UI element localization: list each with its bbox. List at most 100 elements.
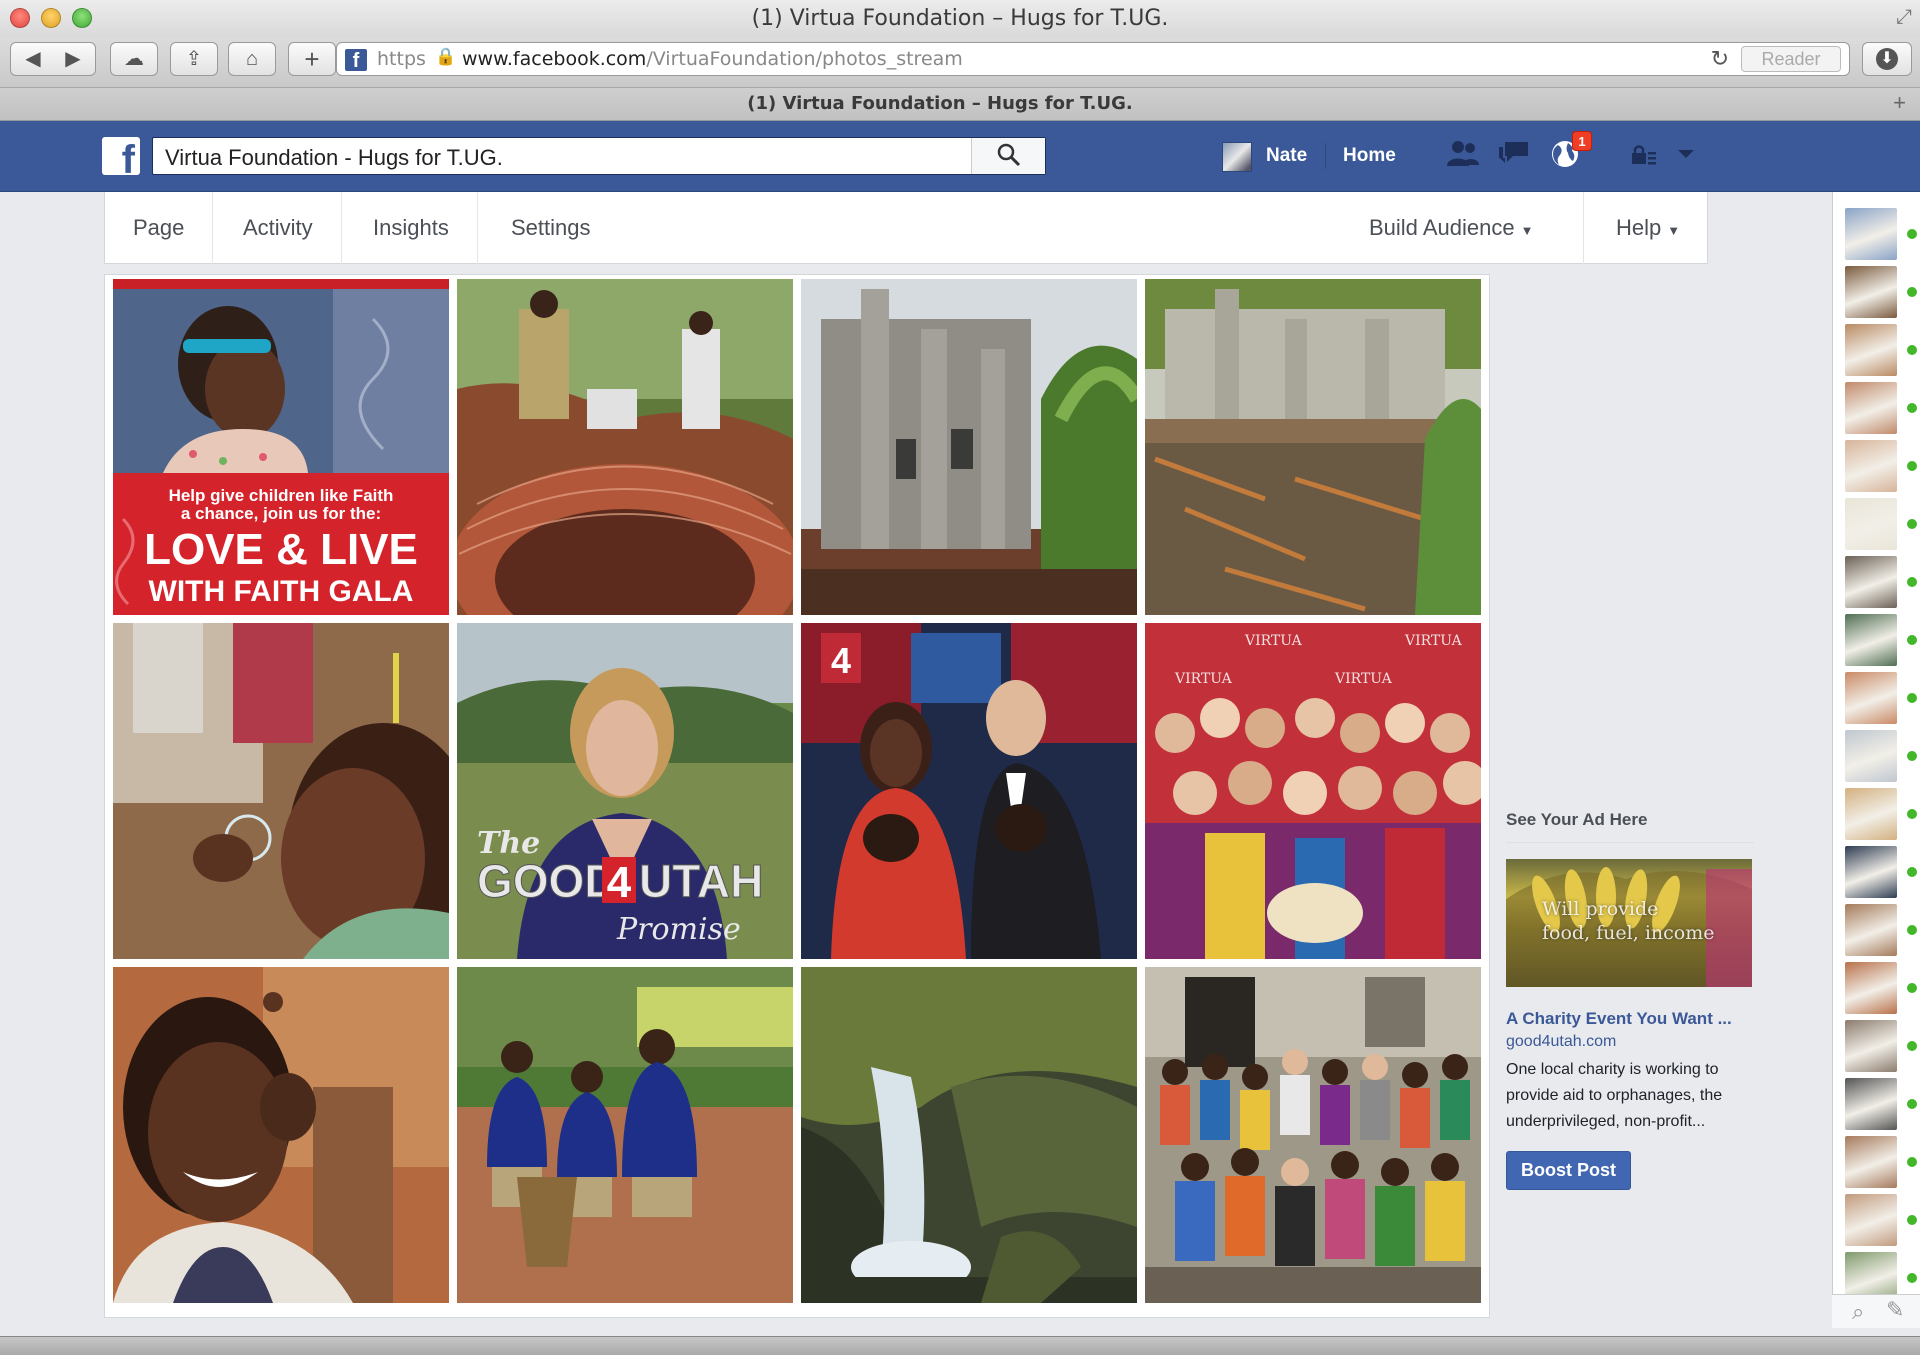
online-status-dot	[1907, 403, 1917, 413]
search-box[interactable]: Virtua Foundation - Hugs for T.UG.	[152, 137, 1046, 175]
ad-body-text: One local charity is working to provide …	[1506, 1061, 1723, 1130]
compose-icon[interactable]: ✎	[1886, 1297, 1904, 1323]
tab-page[interactable]: Page	[105, 192, 214, 264]
back-arrow-icon[interactable]: ◀	[13, 43, 53, 75]
messages-icon[interactable]	[1497, 139, 1531, 174]
building-construction-photo[interactable]	[801, 279, 1137, 615]
tab-settings[interactable]: Settings	[483, 192, 619, 264]
reader-button[interactable]: Reader	[1741, 46, 1841, 72]
backdrop-text-4: VIRTUA	[1334, 671, 1393, 687]
online-status-dot	[1907, 635, 1917, 645]
online-status-dot	[1907, 287, 1917, 297]
love-live-faith-gala-poster[interactable]: Help give children like Faith a chance, …	[113, 279, 449, 615]
tab-insights[interactable]: Insights	[345, 192, 478, 264]
online-status-dot	[1907, 461, 1917, 471]
chat-friend-avatar[interactable]	[1845, 962, 1897, 1014]
online-status-dot	[1907, 925, 1917, 935]
child-bubbles-photo[interactable]	[113, 623, 449, 959]
unfinished-building-photo[interactable]	[1145, 279, 1481, 615]
help-menu[interactable]: Help ▼	[1583, 192, 1680, 264]
online-status-dot	[1907, 519, 1917, 529]
new-tab-button[interactable]: +	[288, 42, 336, 76]
search-input[interactable]: Virtua Foundation - Hugs for T.UG.	[165, 145, 503, 171]
icloud-tabs-button[interactable]: ☁	[110, 42, 158, 76]
online-status-dot	[1907, 345, 1917, 355]
reload-icon[interactable]: ↻	[1711, 46, 1729, 72]
chat-friend-avatar[interactable]	[1845, 730, 1897, 782]
waterfall-photo[interactable]	[801, 967, 1137, 1303]
overlay-good: GOOD	[477, 855, 618, 907]
home-button[interactable]: ⌂	[228, 42, 276, 76]
ad-image[interactable]: Will provide food, fuel, income	[1506, 859, 1752, 987]
active-tab[interactable]: (1) Virtua Foundation – Hugs for T.UG.	[0, 93, 1880, 114]
chat-friend-avatar[interactable]	[1845, 556, 1897, 608]
well-digging-photo[interactable]	[457, 279, 793, 615]
plus-icon: +	[304, 44, 320, 74]
online-status-dot	[1907, 867, 1917, 877]
fullscreen-icon[interactable]: ⤢	[1896, 6, 1912, 29]
chat-sidebar	[1832, 192, 1920, 1320]
online-status-dot	[1907, 751, 1917, 761]
good4utah-promise-photo[interactable]: The GOOD 4 UTAH Promise	[457, 623, 793, 959]
notification-count-badge: 1	[1572, 131, 1592, 151]
search-icon[interactable]: ⌕	[1852, 1299, 1864, 1325]
facebook-logo-icon[interactable]: f	[102, 137, 140, 175]
orphanage-group-photo[interactable]	[1145, 967, 1481, 1303]
friend-requests-icon[interactable]	[1446, 139, 1480, 174]
forward-arrow-icon[interactable]: ▶	[53, 43, 93, 75]
chat-friend-avatar[interactable]	[1845, 208, 1897, 260]
chat-friend-avatar[interactable]	[1845, 266, 1897, 318]
tab-bar: (1) Virtua Foundation – Hugs for T.UG. +	[0, 88, 1920, 121]
online-status-dot	[1907, 1215, 1917, 1225]
window-titlebar: (1) Virtua Foundation – Hugs for T.UG. ⤢	[0, 0, 1920, 38]
chat-friend-avatar[interactable]	[1845, 788, 1897, 840]
chat-friend-avatar[interactable]	[1845, 1194, 1897, 1246]
chat-friend-avatar[interactable]	[1845, 904, 1897, 956]
build-audience-label: Build Audience	[1369, 215, 1515, 240]
user-avatar[interactable]	[1222, 142, 1252, 172]
page-admin-nav: Page Activity Insights Settings Build Au…	[104, 192, 1708, 264]
online-status-dot	[1907, 809, 1917, 819]
chat-friend-avatar[interactable]	[1845, 382, 1897, 434]
online-status-dot	[1907, 1157, 1917, 1167]
chat-friend-avatar[interactable]	[1845, 1136, 1897, 1188]
ad-title-link[interactable]: A Charity Event You Want ...	[1506, 1009, 1754, 1029]
build-audience-menu[interactable]: Build Audience ▼	[1369, 192, 1559, 264]
gala-group-photo[interactable]: VIRTUA VIRTUA VIRTUA VIRTUA	[1145, 623, 1481, 959]
tab-activity[interactable]: Activity	[215, 192, 342, 264]
downloads-button[interactable]: ⬇	[1862, 42, 1912, 76]
chat-footer: ⌕ ✎	[1832, 1294, 1920, 1328]
boost-post-button[interactable]: Boost Post	[1506, 1151, 1632, 1190]
window-bottom-bar	[0, 1336, 1920, 1355]
chat-friend-avatar[interactable]	[1845, 846, 1897, 898]
chat-friend-avatar[interactable]	[1845, 614, 1897, 666]
chat-friend-avatar[interactable]	[1845, 498, 1897, 550]
smiling-boy-photo[interactable]	[113, 967, 449, 1303]
profile-link[interactable]: Nate	[1266, 145, 1307, 167]
online-status-dot	[1907, 1041, 1917, 1051]
chat-friend-avatar[interactable]	[1845, 440, 1897, 492]
add-tab-icon[interactable]: +	[1893, 90, 1906, 116]
chat-friend-avatar[interactable]	[1845, 1078, 1897, 1130]
chat-friend-avatar[interactable]	[1845, 672, 1897, 724]
home-link[interactable]: Home	[1343, 145, 1396, 167]
overlay-number: 4	[607, 858, 632, 907]
share-button[interactable]: ⇪	[170, 42, 218, 76]
news-anchors-puppies-photo[interactable]: 4	[801, 623, 1137, 959]
address-bar[interactable]: f https 🔒 www.facebook.com/VirtuaFoundat…	[336, 42, 1850, 76]
chat-friend-avatar[interactable]	[1845, 1020, 1897, 1072]
online-status-dot	[1907, 577, 1917, 587]
back-forward-buttons: ◀ ▶	[10, 42, 96, 76]
account-settings-arrow-icon[interactable]	[1676, 145, 1696, 166]
privacy-shortcuts-icon[interactable]	[1630, 143, 1658, 173]
browser-toolbar: ◀ ▶ ☁ ⇪ ⌂ + f https 🔒 www.facebook.com/Vi…	[0, 38, 1920, 88]
ad-domain-link[interactable]: good4utah.com	[1506, 1033, 1754, 1051]
poster-headline-line2: WITH FAITH GALA	[149, 575, 414, 608]
chat-friend-avatar[interactable]	[1845, 324, 1897, 376]
ad-image-caption-line1: Will provide	[1542, 898, 1659, 920]
screen-channel-number: 4	[831, 640, 851, 681]
schoolchildren-bucket-photo[interactable]	[457, 967, 793, 1303]
backdrop-text-2: VIRTUA	[1404, 633, 1463, 649]
ad-section-header: See Your Ad Here	[1506, 810, 1754, 843]
search-button[interactable]	[971, 138, 1045, 174]
